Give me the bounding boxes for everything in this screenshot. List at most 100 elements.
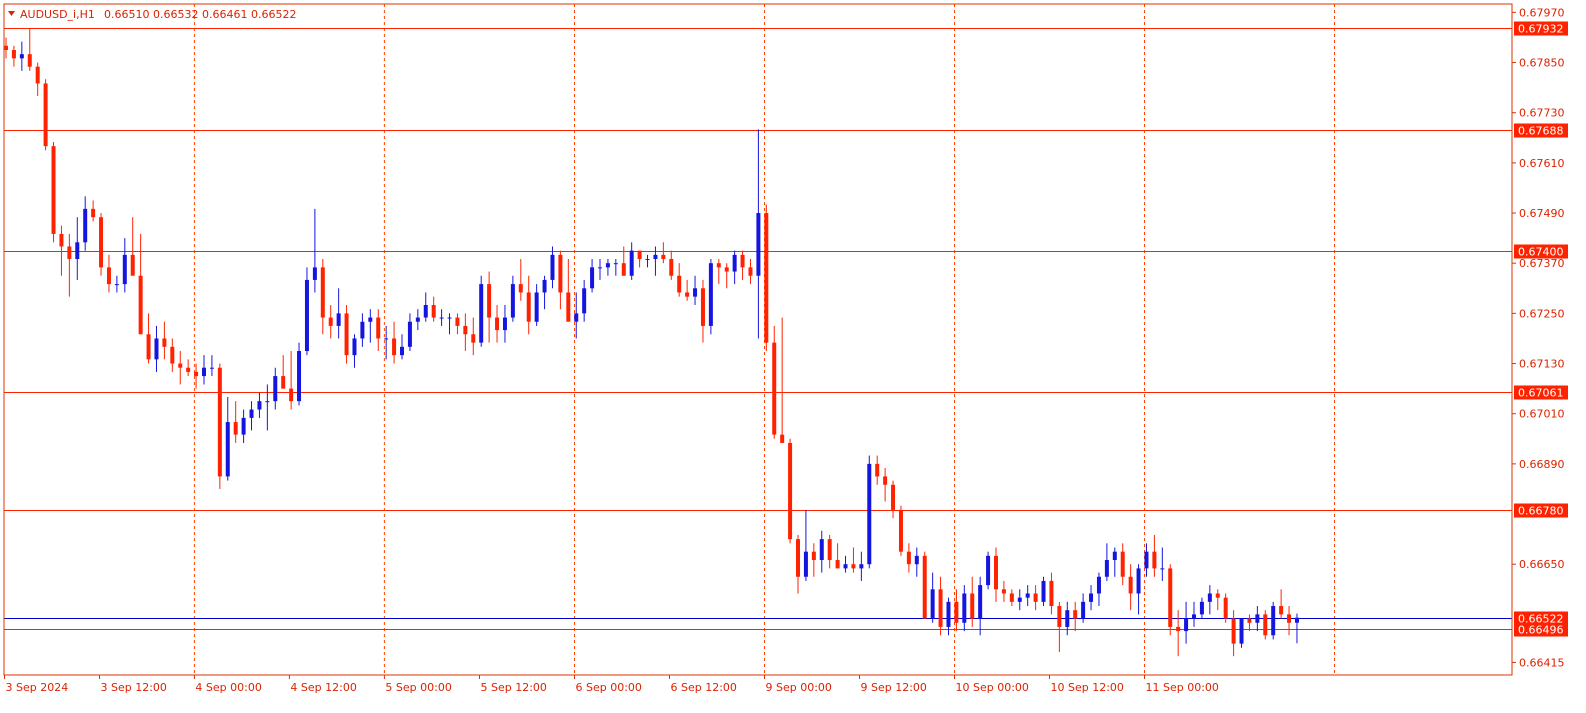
candle-body (27, 54, 32, 67)
ohlc-label: 0.66510 0.66532 0.66461 0.66522 (104, 8, 296, 21)
candle-body (75, 242, 80, 260)
y-tick-label: 0.67730 (1519, 107, 1565, 120)
candle (772, 325, 777, 439)
candle-body (946, 601, 951, 627)
candle-body (518, 284, 523, 293)
candle-body (407, 321, 412, 347)
candle-body (1057, 606, 1062, 627)
candle-body (1112, 551, 1117, 561)
candle-body (1279, 606, 1284, 615)
candle-body (130, 254, 135, 276)
candle-body (1176, 626, 1181, 632)
candle-body (392, 338, 397, 356)
candle-body (772, 342, 777, 435)
candle-body (1041, 580, 1046, 602)
candle (764, 204, 769, 351)
candle-body (510, 284, 515, 318)
candle-body (146, 334, 151, 360)
candle-body (186, 367, 191, 372)
candle-body (930, 589, 935, 619)
candle-body (328, 317, 333, 326)
y-tick-label: 0.67010 (1519, 408, 1565, 421)
x-tick-label: 4 Sep 00:00 (195, 681, 261, 694)
candle-body (724, 267, 729, 272)
candle-body (962, 593, 967, 623)
candle (1041, 576, 1046, 607)
candle-body (796, 539, 800, 577)
candle-body (83, 208, 88, 243)
candle (43, 79, 48, 151)
bid-price-label: 0.66522 (1518, 613, 1564, 626)
price-level-label: 0.67932 (1518, 23, 1564, 36)
candle-body (35, 66, 40, 84)
candle-body (138, 275, 143, 335)
candle-body (1065, 610, 1070, 627)
candle-body (400, 346, 404, 356)
candle-body (99, 217, 104, 268)
candle-body (1160, 568, 1165, 570)
candle-body (114, 284, 119, 286)
x-tick-label: 10 Sep 12:00 (1051, 681, 1124, 694)
candle-body (811, 551, 816, 561)
candle-body (827, 539, 832, 561)
y-tick-label: 0.66650 (1519, 558, 1565, 571)
candle-body (574, 313, 579, 322)
candle-body (1294, 617, 1299, 623)
candle-body (922, 555, 927, 619)
candle-body (645, 259, 650, 261)
candle-body (194, 371, 199, 377)
symbol-label: AUDUSD_i,H1 (20, 8, 95, 21)
candle-body (170, 346, 175, 364)
candle-body (1128, 576, 1133, 594)
chart-window: 0.67970 0.67850 0.67730 0.67610 0.67490 0.673… (0, 0, 1586, 709)
candle-body (67, 246, 72, 260)
candle-body (542, 279, 547, 293)
candle-body (241, 417, 246, 435)
candle-body (526, 292, 531, 322)
candle-body (898, 509, 903, 552)
candle-body (1104, 560, 1109, 577)
price-level-label: 0.67400 (1518, 246, 1564, 259)
candle-body (534, 292, 539, 322)
candle-body (661, 254, 666, 260)
candle-body (431, 305, 436, 318)
y-tick-label: 0.67850 (1519, 57, 1565, 70)
candle-body (209, 367, 214, 369)
candle-body (257, 401, 262, 410)
candle-body (471, 334, 476, 343)
candle-body (1049, 580, 1054, 607)
candle-body (59, 233, 64, 247)
candle-body (1025, 593, 1030, 598)
candle-body (693, 288, 698, 297)
candle-body (550, 254, 555, 280)
price-level-label: 0.66780 (1518, 505, 1564, 518)
candle-body (1239, 618, 1244, 644)
candle-body (1144, 551, 1149, 569)
candle (708, 259, 713, 335)
candle (1168, 564, 1173, 636)
candle-body (368, 317, 373, 322)
candle-body (502, 317, 507, 331)
candle-body (1207, 593, 1212, 602)
candle-body (764, 213, 769, 343)
x-tick-label: 6 Sep 12:00 (671, 681, 737, 694)
candle-body (479, 284, 484, 343)
candle-body (312, 267, 317, 280)
candle-body (162, 338, 167, 347)
y-tick-label: 0.67370 (1519, 257, 1565, 270)
candle-body (1184, 618, 1189, 632)
x-tick-label: 6 Sep 00:00 (576, 681, 642, 694)
candle-body (106, 267, 111, 285)
candle-body (336, 313, 341, 326)
chart-background (0, 0, 1586, 709)
candle-body (637, 250, 642, 260)
candle-body (91, 208, 96, 218)
candle-body (1231, 618, 1236, 644)
candle-body (859, 564, 864, 569)
candle-body (732, 254, 737, 272)
candle-body (629, 250, 634, 276)
candle-body (748, 267, 753, 276)
candlestick-chart[interactable]: 0.67970 0.67850 0.67730 0.67610 0.67490 0.673… (0, 0, 1586, 709)
candle-body (978, 585, 983, 619)
candle-body (178, 363, 183, 368)
